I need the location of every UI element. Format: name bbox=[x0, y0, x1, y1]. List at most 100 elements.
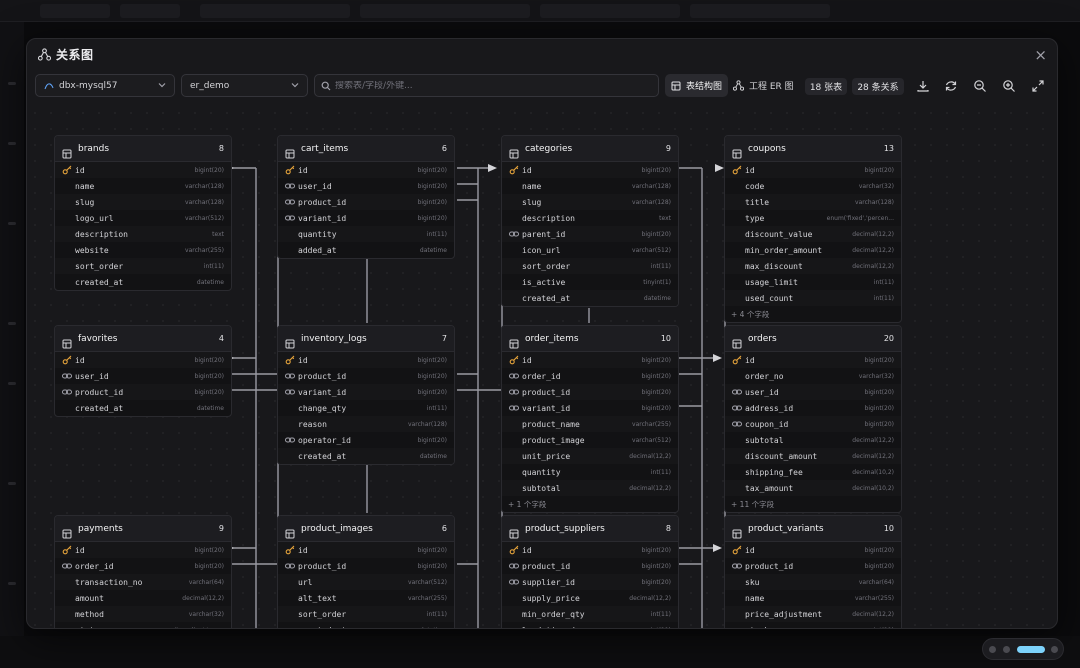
field-row[interactable]: max_discount decimal(12,2) bbox=[725, 258, 901, 274]
field-row[interactable]: product_id bigint(20) bbox=[725, 558, 901, 574]
table-card-header[interactable]: inventory_logs 7 bbox=[278, 326, 454, 352]
table-card[interactable]: orders 20 id bigint(20) order_no varchar(32) u… bbox=[724, 325, 902, 513]
table-card-header[interactable]: product_suppliers 8 bbox=[502, 516, 678, 542]
field-row[interactable]: product_id bigint(20) bbox=[502, 384, 678, 400]
field-row[interactable]: price_adjustment decimal(12,2) bbox=[725, 606, 901, 622]
field-row[interactable]: product_image varchar(512) bbox=[502, 432, 678, 448]
field-row[interactable]: product_id bigint(20) bbox=[278, 368, 454, 384]
field-row[interactable]: variant_id bigint(20) bbox=[502, 400, 678, 416]
field-row[interactable]: discount_amount decimal(12,2) bbox=[725, 448, 901, 464]
field-row[interactable]: sku varchar(64) bbox=[725, 574, 901, 590]
table-card[interactable]: cart_items 6 id bigint(20) user_id bigint(20)… bbox=[277, 135, 455, 259]
field-row[interactable]: icon_url varchar(512) bbox=[502, 242, 678, 258]
table-card[interactable]: product_images 6 id bigint(20) product_id big… bbox=[277, 515, 455, 628]
field-row[interactable]: id bigint(20) bbox=[55, 542, 231, 558]
field-row[interactable]: reason varchar(128) bbox=[278, 416, 454, 432]
field-row[interactable]: min_order_amount decimal(12,2) bbox=[725, 242, 901, 258]
field-row[interactable]: user_id bigint(20) bbox=[55, 368, 231, 384]
field-row[interactable]: product_id bigint(20) bbox=[502, 558, 678, 574]
table-card-header[interactable]: categories 9 bbox=[502, 136, 678, 162]
field-row[interactable]: id bigint(20) bbox=[55, 162, 231, 178]
field-row[interactable]: product_id bigint(20) bbox=[55, 384, 231, 400]
field-row[interactable]: id bigint(20) bbox=[725, 542, 901, 558]
field-row[interactable]: supply_price decimal(12,2) bbox=[502, 590, 678, 606]
field-row[interactable]: product_name varchar(255) bbox=[502, 416, 678, 432]
field-row[interactable]: id bigint(20) bbox=[278, 542, 454, 558]
field-row[interactable]: subtotal decimal(12,2) bbox=[502, 480, 678, 496]
field-row[interactable]: name varchar(128) bbox=[55, 178, 231, 194]
field-row[interactable]: created_atdatetime bbox=[55, 274, 231, 290]
field-row[interactable]: is_active tinyint(1) bbox=[502, 274, 678, 290]
field-row[interactable]: id bigint(20) bbox=[725, 352, 901, 368]
table-card-header[interactable]: coupons 13 bbox=[725, 136, 901, 162]
table-card[interactable]: inventory_logs 7 id bigint(20) product_id big… bbox=[277, 325, 455, 465]
field-row[interactable]: id bigint(20) bbox=[725, 162, 901, 178]
field-row[interactable]: created_atdatetime bbox=[278, 622, 454, 629]
field-row[interactable]: product_id bigint(20) bbox=[278, 194, 454, 210]
tab-table-structure[interactable]: 表结构图 bbox=[665, 74, 729, 97]
tab-er-diagram[interactable]: 工程 ER 图 bbox=[727, 74, 800, 97]
field-row[interactable]: supplier_id bigint(20) bbox=[502, 574, 678, 590]
table-card[interactable]: brands 8 id bigint(20) name varchar(128) slug v… bbox=[54, 135, 232, 291]
page-dot[interactable] bbox=[1051, 646, 1058, 653]
table-card-header[interactable]: orders 20 bbox=[725, 326, 901, 352]
field-row[interactable]: sort_order int(11) bbox=[278, 606, 454, 622]
field-row[interactable]: id bigint(20) bbox=[502, 162, 678, 178]
field-row[interactable]: url varchar(512) bbox=[278, 574, 454, 590]
field-row[interactable]: code varchar(32) bbox=[725, 178, 901, 194]
more-fields-link[interactable]: + 4 个字段 bbox=[725, 306, 901, 322]
field-row[interactable]: id bigint(20) bbox=[278, 162, 454, 178]
field-row[interactable]: variant_id bigint(20) bbox=[278, 384, 454, 400]
field-row[interactable]: created_atdatetime bbox=[502, 290, 678, 306]
search-input[interactable] bbox=[335, 80, 645, 91]
field-row[interactable]: id bigint(20) bbox=[502, 352, 678, 368]
field-row[interactable]: added_at datetime bbox=[278, 242, 454, 258]
field-row[interactable]: sort_order int(11) bbox=[502, 258, 678, 274]
table-card-header[interactable]: product_variants 10 bbox=[725, 516, 901, 542]
field-row[interactable]: created_atdatetime bbox=[55, 400, 231, 416]
field-row[interactable]: name varchar(255) bbox=[725, 590, 901, 606]
field-row[interactable]: order_id bigint(20) bbox=[55, 558, 231, 574]
refresh-icon[interactable] bbox=[944, 79, 958, 93]
field-row[interactable]: description text bbox=[55, 226, 231, 242]
field-row[interactable]: slug varchar(128) bbox=[55, 194, 231, 210]
field-row[interactable]: transaction_no varchar(64) bbox=[55, 574, 231, 590]
field-row[interactable]: title varchar(128) bbox=[725, 194, 901, 210]
field-row[interactable]: tax_amount decimal(10,2) bbox=[725, 480, 901, 496]
page-dot[interactable] bbox=[1003, 646, 1010, 653]
field-row[interactable]: id bigint(20) bbox=[502, 542, 678, 558]
field-row[interactable]: statusenum('pending','suc... bbox=[55, 622, 231, 629]
zoom-out-icon[interactable] bbox=[973, 79, 987, 93]
close-button[interactable]: × bbox=[1034, 46, 1047, 64]
field-row[interactable]: shipping_fee decimal(10,2) bbox=[725, 464, 901, 480]
field-row[interactable]: used_count int(11) bbox=[725, 290, 901, 306]
more-fields-link[interactable]: + 1 个字段 bbox=[502, 496, 678, 512]
field-row[interactable]: usage_limit int(11) bbox=[725, 274, 901, 290]
field-row[interactable]: website varchar(255) bbox=[55, 242, 231, 258]
table-card[interactable]: coupons 13 id bigint(20) code varchar(32) titl… bbox=[724, 135, 902, 323]
table-card-header[interactable]: brands 8 bbox=[55, 136, 231, 162]
database-select[interactable]: er_demo bbox=[181, 74, 308, 97]
page-dot[interactable] bbox=[989, 646, 996, 653]
field-row[interactable]: amount decimal(12,2) bbox=[55, 590, 231, 606]
field-row[interactable]: address_id bigint(20) bbox=[725, 400, 901, 416]
table-card[interactable]: favorites 4 id bigint(20) user_id bigint(20) p… bbox=[54, 325, 232, 417]
field-row[interactable]: subtotal decimal(12,2) bbox=[725, 432, 901, 448]
field-row[interactable]: quantity int(11) bbox=[502, 464, 678, 480]
field-row[interactable]: name varchar(128) bbox=[502, 178, 678, 194]
field-row[interactable]: type enum('fixed','percen... bbox=[725, 210, 901, 226]
field-row[interactable]: discount_value decimal(12,2) bbox=[725, 226, 901, 242]
field-row[interactable]: id bigint(20) bbox=[55, 352, 231, 368]
field-row[interactable]: description text bbox=[502, 210, 678, 226]
field-row[interactable]: created_atdatetime bbox=[278, 448, 454, 464]
field-row[interactable]: stockint(11) bbox=[725, 622, 901, 629]
field-row[interactable]: sort_order int(11) bbox=[55, 258, 231, 274]
table-card-header[interactable]: favorites 4 bbox=[55, 326, 231, 352]
field-row[interactable]: order_no varchar(32) bbox=[725, 368, 901, 384]
field-row[interactable]: product_id bigint(20) bbox=[278, 558, 454, 574]
more-fields-link[interactable]: + 11 个字段 bbox=[725, 496, 901, 512]
table-card[interactable]: product_suppliers 8 id bigint(20) product_id… bbox=[501, 515, 679, 628]
field-row[interactable]: alt_text varchar(255) bbox=[278, 590, 454, 606]
field-row[interactable]: quantity int(11) bbox=[278, 226, 454, 242]
page-dot-active[interactable] bbox=[1017, 646, 1045, 653]
